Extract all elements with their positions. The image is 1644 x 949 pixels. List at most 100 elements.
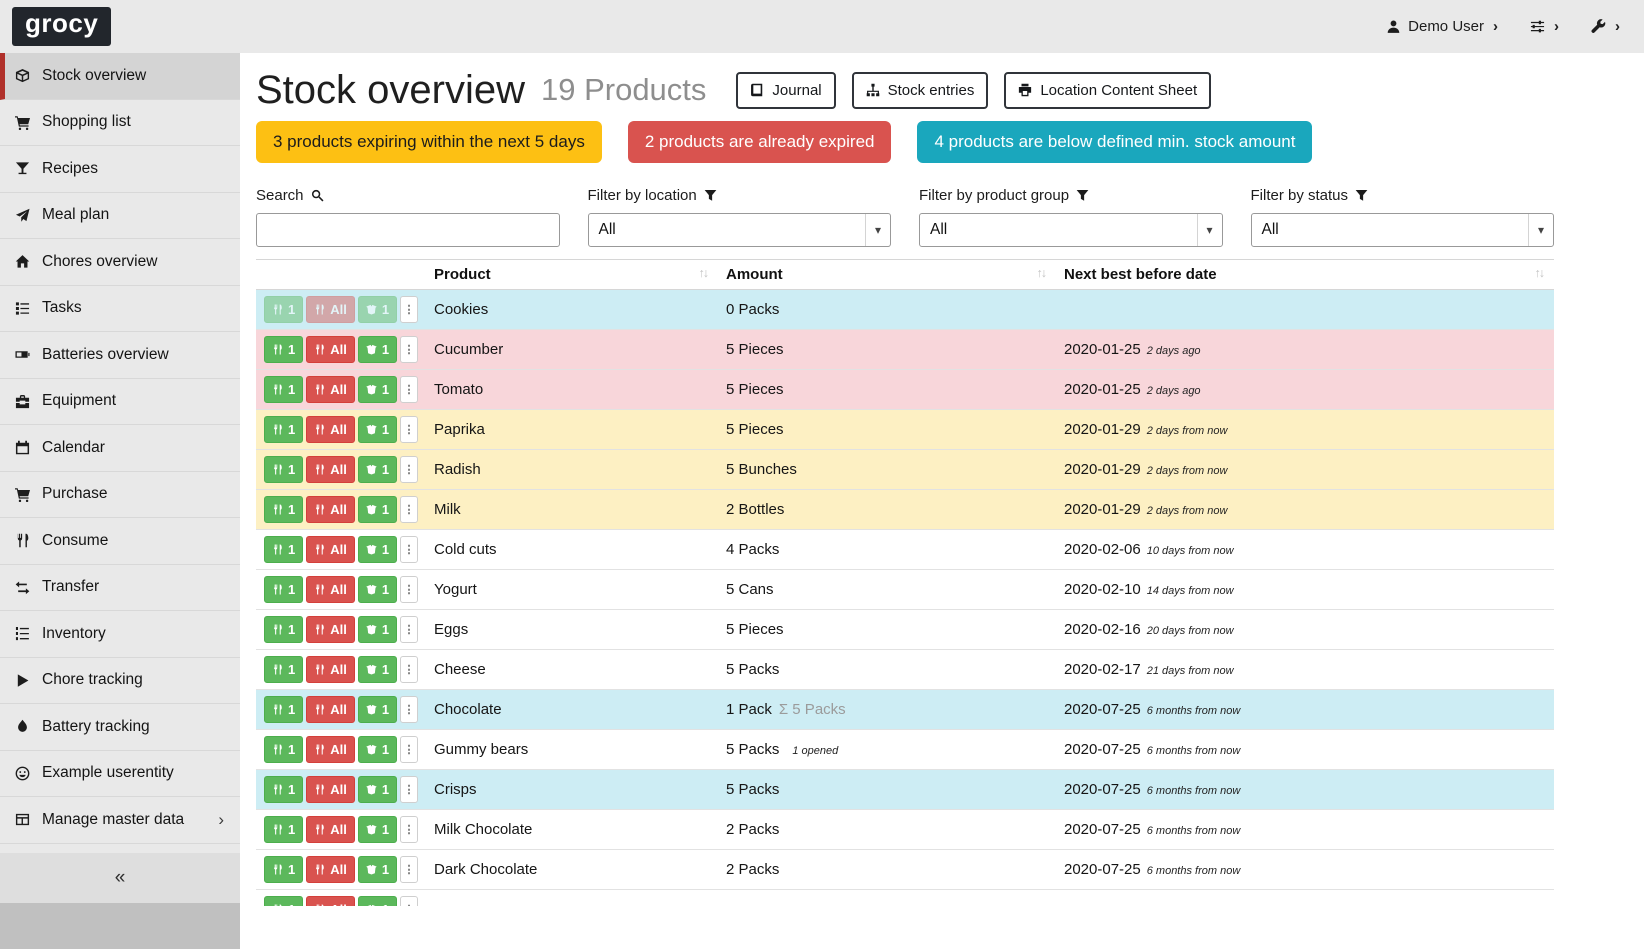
consume-all-button[interactable]: All xyxy=(306,416,355,443)
row-menu-button[interactable]: ⋮ xyxy=(400,856,418,883)
open-one-button[interactable]: 1 xyxy=(358,896,397,923)
table-row[interactable]: 1 All 1 ⋮ Cold cuts 4 Packs 2020-02-0610… xyxy=(256,530,1554,570)
sidebar-item-battery-tracking[interactable]: Battery tracking xyxy=(0,704,240,751)
consume-one-button[interactable]: 1 xyxy=(264,896,303,923)
row-menu-button[interactable]: ⋮ xyxy=(400,376,418,403)
consume-one-button[interactable]: 1 xyxy=(264,816,303,843)
sidebar-collapse-button[interactable]: « xyxy=(0,853,240,903)
table-row[interactable]: 1 All 1 ⋮ Cookies 0 Packs xyxy=(256,290,1554,330)
sort-icon[interactable]: ↑↓ xyxy=(1535,266,1547,280)
open-one-button[interactable]: 1 xyxy=(358,576,397,603)
admin-menu[interactable]: › xyxy=(1591,18,1620,35)
consume-one-button[interactable]: 1 xyxy=(264,376,303,403)
journal-button[interactable]: Journal xyxy=(736,72,835,109)
product-header[interactable]: Product ↑↓ xyxy=(426,260,718,290)
table-row[interactable]: 1 All 1 ⋮ Yogurt 5 Cans 2020-02-1014 day… xyxy=(256,570,1554,610)
row-menu-button[interactable]: ⋮ xyxy=(400,576,418,603)
sidebar-item-batteries-overview[interactable]: Batteries overview xyxy=(0,332,240,379)
consume-all-button[interactable]: All xyxy=(306,776,355,803)
consume-all-button[interactable]: All xyxy=(306,696,355,723)
sidebar-item-purchase[interactable]: Purchase xyxy=(0,472,240,519)
open-one-button[interactable]: 1 xyxy=(358,776,397,803)
consume-all-button[interactable]: All xyxy=(306,816,355,843)
table-row[interactable]: 1 All 1 ⋮ xyxy=(256,890,1554,930)
sidebar-item-chores-overview[interactable]: Chores overview xyxy=(0,239,240,286)
search-input[interactable] xyxy=(256,213,560,247)
table-row[interactable]: 1 All 1 ⋮ Milk 2 Bottles 2020-01-292 day… xyxy=(256,490,1554,530)
consume-one-button[interactable]: 1 xyxy=(264,496,303,523)
consume-one-button[interactable]: 1 xyxy=(264,656,303,683)
sort-icon[interactable]: ↑↓ xyxy=(699,266,711,280)
consume-one-button[interactable]: 1 xyxy=(264,776,303,803)
consume-one-button[interactable]: 1 xyxy=(264,736,303,763)
table-row[interactable]: 1 All 1 ⋮ Cheese 5 Packs 2020-02-1721 da… xyxy=(256,650,1554,690)
stock-entries-button[interactable]: Stock entries xyxy=(852,72,989,109)
consume-all-button[interactable]: All xyxy=(306,736,355,763)
sidebar-item-inventory[interactable]: Inventory xyxy=(0,611,240,658)
date-header[interactable]: Next best before date ↑↓ xyxy=(1056,260,1554,290)
location-select[interactable]: All ▾ xyxy=(588,213,892,247)
row-menu-button[interactable]: ⋮ xyxy=(400,536,418,563)
table-row[interactable]: 1 All 1 ⋮ Gummy bears 5 Packs1 opened 20… xyxy=(256,730,1554,770)
alert-warning[interactable]: 3 products expiring within the next 5 da… xyxy=(256,121,602,163)
table-row[interactable]: 1 All 1 ⋮ Chocolate 1 PackΣ 5 Packs 2020… xyxy=(256,690,1554,730)
consume-all-button[interactable]: All xyxy=(306,536,355,563)
open-one-button[interactable]: 1 xyxy=(358,336,397,363)
amount-header[interactable]: Amount ↑↓ xyxy=(718,260,1056,290)
consume-all-button[interactable]: All xyxy=(306,616,355,643)
sidebar-item-chore-tracking[interactable]: Chore tracking xyxy=(0,658,240,705)
user-menu[interactable]: Demo User › xyxy=(1386,18,1498,35)
row-menu-button[interactable]: ⋮ xyxy=(400,416,418,443)
alert-info[interactable]: 4 products are below defined min. stock … xyxy=(917,121,1312,163)
consume-all-button[interactable]: All xyxy=(306,896,355,923)
row-menu-button[interactable]: ⋮ xyxy=(400,296,418,323)
consume-all-button[interactable]: All xyxy=(306,496,355,523)
row-menu-button[interactable]: ⋮ xyxy=(400,656,418,683)
open-one-button[interactable]: 1 xyxy=(358,456,397,483)
sidebar-item-calendar[interactable]: Calendar xyxy=(0,425,240,472)
sidebar-item-equipment[interactable]: Equipment xyxy=(0,379,240,426)
sidebar-item-tasks[interactable]: Tasks xyxy=(0,286,240,333)
open-one-button[interactable]: 1 xyxy=(358,376,397,403)
sidebar-item-stock-overview[interactable]: Stock overview xyxy=(0,53,240,100)
row-menu-button[interactable]: ⋮ xyxy=(400,496,418,523)
open-one-button[interactable]: 1 xyxy=(358,816,397,843)
consume-one-button[interactable]: 1 xyxy=(264,856,303,883)
open-one-button[interactable]: 1 xyxy=(358,496,397,523)
consume-all-button[interactable]: All xyxy=(306,336,355,363)
table-row[interactable]: 1 All 1 ⋮ Crisps 5 Packs 2020-07-256 mon… xyxy=(256,770,1554,810)
sidebar-item-transfer[interactable]: Transfer xyxy=(0,565,240,612)
row-menu-button[interactable]: ⋮ xyxy=(400,776,418,803)
consume-one-button[interactable]: 1 xyxy=(264,336,303,363)
open-one-button[interactable]: 1 xyxy=(358,696,397,723)
row-menu-button[interactable]: ⋮ xyxy=(400,696,418,723)
alert-danger[interactable]: 2 products are already expired xyxy=(628,121,892,163)
sidebar-item-shopping-list[interactable]: Shopping list xyxy=(0,100,240,147)
product-group-select[interactable]: All ▾ xyxy=(919,213,1223,247)
sidebar-item-recipes[interactable]: Recipes xyxy=(0,146,240,193)
row-menu-button[interactable]: ⋮ xyxy=(400,456,418,483)
row-menu-button[interactable]: ⋮ xyxy=(400,816,418,843)
open-one-button[interactable]: 1 xyxy=(358,736,397,763)
consume-one-button[interactable]: 1 xyxy=(264,616,303,643)
consume-one-button[interactable]: 1 xyxy=(264,576,303,603)
consume-one-button[interactable]: 1 xyxy=(264,416,303,443)
table-row[interactable]: 1 All 1 ⋮ Paprika 5 Pieces 2020-01-292 d… xyxy=(256,410,1554,450)
consume-all-button[interactable]: All xyxy=(306,376,355,403)
consume-one-button[interactable]: 1 xyxy=(264,296,303,323)
sidebar-item-meal-plan[interactable]: Meal plan xyxy=(0,193,240,240)
consume-all-button[interactable]: All xyxy=(306,656,355,683)
grocy-logo[interactable]: grocy xyxy=(12,7,111,46)
sidebar-item-example-userentity[interactable]: Example userentity xyxy=(0,751,240,798)
row-menu-button[interactable]: ⋮ xyxy=(400,336,418,363)
open-one-button[interactable]: 1 xyxy=(358,296,397,323)
consume-all-button[interactable]: All xyxy=(306,576,355,603)
settings-menu[interactable]: › xyxy=(1530,18,1559,35)
open-one-button[interactable]: 1 xyxy=(358,416,397,443)
table-row[interactable]: 1 All 1 ⋮ Eggs 5 Pieces 2020-02-1620 day… xyxy=(256,610,1554,650)
table-row[interactable]: 1 All 1 ⋮ Dark Chocolate 2 Packs 2020-07… xyxy=(256,850,1554,890)
table-row[interactable]: 1 All 1 ⋮ Tomato 5 Pieces 2020-01-252 da… xyxy=(256,370,1554,410)
consume-all-button[interactable]: All xyxy=(306,296,355,323)
open-one-button[interactable]: 1 xyxy=(358,536,397,563)
open-one-button[interactable]: 1 xyxy=(358,656,397,683)
